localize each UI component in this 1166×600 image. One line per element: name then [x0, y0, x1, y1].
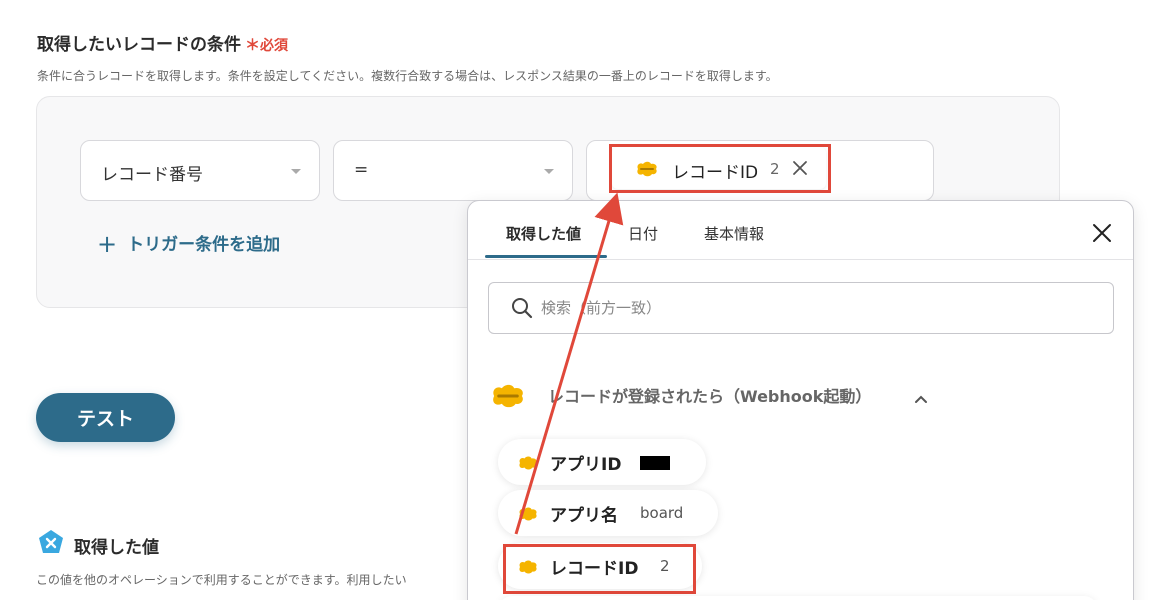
obtained-values-title: 取得した値 [74, 538, 159, 558]
chevron-down-icon [291, 169, 301, 174]
redacted-value [640, 456, 670, 470]
value-picker-popup: 取得した値 日付 基本情報 レコードが登録されたら（Webhook起動） アプリ… [467, 200, 1134, 600]
search-box [488, 282, 1114, 334]
tab-divider [468, 259, 1133, 260]
obtained-values-description: この値を他のオペレーションで利用することができます。利用したい [36, 573, 407, 587]
operator-select[interactable]: = [333, 140, 573, 201]
kintone-logo-icon [488, 381, 528, 415]
chevron-down-icon [544, 169, 554, 174]
kintone-logo-icon [516, 455, 540, 475]
test-button[interactable]: テスト [36, 393, 175, 442]
variable-badge-icon [37, 529, 65, 559]
tab-obtained-values[interactable]: 取得した値 [506, 223, 581, 244]
close-icon[interactable] [1092, 223, 1112, 247]
tab-date[interactable]: 日付 [628, 223, 658, 244]
search-input[interactable] [541, 296, 1081, 320]
add-trigger-condition-link[interactable]: + トリガー条件を追加 [97, 230, 280, 258]
highlight-box [609, 144, 831, 193]
list-item[interactable] [498, 596, 1098, 600]
search-icon [511, 297, 533, 323]
chevron-up-icon [914, 389, 928, 408]
required-badge: ＊必須 [245, 36, 289, 54]
highlight-box [503, 544, 696, 594]
section-title: 取得したいレコードの条件 ＊必須 [37, 35, 289, 55]
kintone-logo-icon [516, 506, 540, 526]
trigger-group-label: レコードが登録されたら（Webhook起動） [548, 387, 872, 406]
tab-basic-info[interactable]: 基本情報 [704, 223, 764, 244]
plus-icon: + [97, 230, 118, 258]
active-tab-indicator [485, 255, 607, 258]
value-item-app-name[interactable]: アプリ名 board [498, 490, 718, 536]
field-select[interactable]: レコード番号 [80, 140, 320, 201]
section-description: 条件に合うレコードを取得します。条件を設定してください。複数行合致する場合は、レ… [37, 69, 778, 83]
value-item-app-id[interactable]: アプリID [498, 439, 706, 485]
